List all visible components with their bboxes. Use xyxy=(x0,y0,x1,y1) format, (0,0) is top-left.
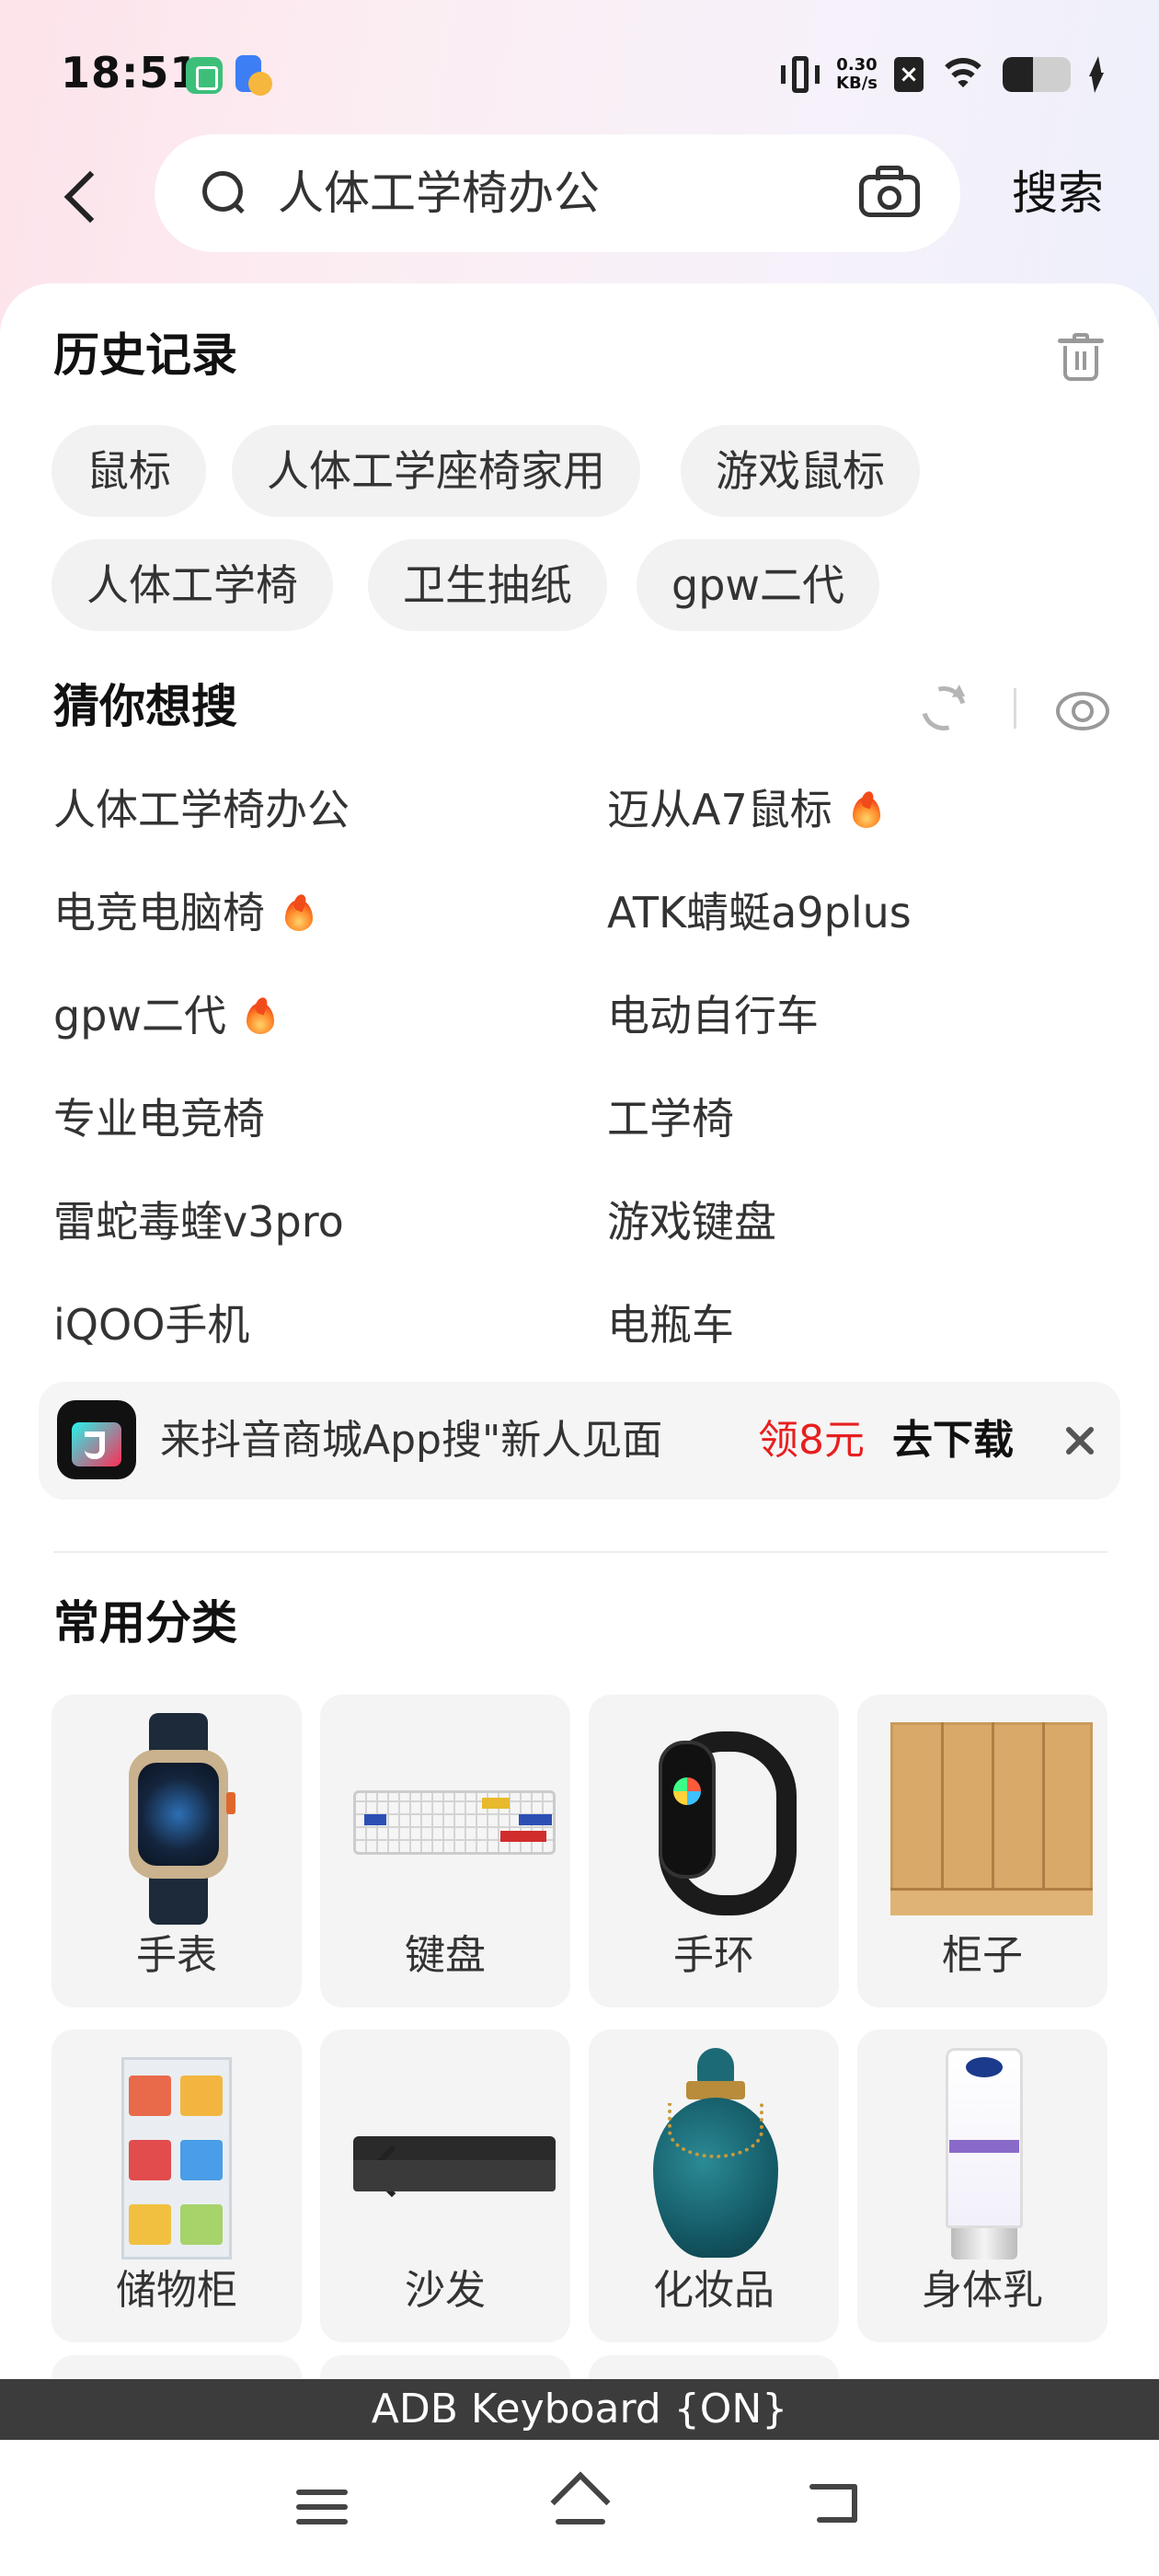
banner-reward: 领8元 xyxy=(758,1417,865,1464)
suggestion-label: iQOO手机 xyxy=(53,1300,250,1350)
suggestion-item[interactable]: ATK蜻蜓a9plus xyxy=(607,885,912,940)
category-label: 键盘 xyxy=(405,1932,486,1979)
suggestion-label: 游戏键盘 xyxy=(607,1197,776,1247)
douyin-mall-logo-icon xyxy=(57,1400,136,1479)
perfume-image xyxy=(622,2048,806,2260)
suggestion-label: gpw二代 xyxy=(53,991,227,1041)
network-speed-value: 0.30 xyxy=(836,55,878,75)
search-icon xyxy=(202,171,245,213)
wifi-icon xyxy=(940,56,986,93)
suggestion-item[interactable]: 电竞电脑椅 xyxy=(53,885,313,940)
category-label: 手环 xyxy=(673,1932,754,1979)
status-bar: 18:51 0.30 KB/s × xyxy=(0,0,1159,147)
divider xyxy=(1014,688,1016,729)
category-label: 柜子 xyxy=(942,1932,1023,1979)
history-title: 历史记录 xyxy=(53,328,237,382)
app-notification-icon xyxy=(235,55,272,96)
watch-image xyxy=(85,1713,269,1925)
category-card[interactable]: 键盘 xyxy=(320,1695,570,2007)
suggestion-item[interactable]: gpw二代 xyxy=(53,988,275,1043)
category-card[interactable]: 柜子 xyxy=(857,1695,1107,2007)
category-label: 身体乳 xyxy=(922,2267,1043,2314)
charging-icon xyxy=(1087,56,1104,93)
suggestion-label: 电动自行车 xyxy=(607,991,819,1041)
suggestion-label: 迈从A7鼠标 xyxy=(607,785,832,834)
category-card[interactable]: 沙发 xyxy=(320,2030,570,2342)
category-label: 沙发 xyxy=(405,2267,486,2314)
suggestion-label: 工学椅 xyxy=(607,1094,734,1144)
suggestion-label: 雷蛇毒蝰v3pro xyxy=(53,1197,344,1247)
network-speed: 0.30 KB/s xyxy=(836,56,878,93)
refresh-icon[interactable] xyxy=(920,684,966,730)
trash-icon[interactable] xyxy=(1058,333,1104,381)
category-card[interactable]: 身体乳 xyxy=(857,2030,1107,2342)
category-card[interactable]: 手表 xyxy=(52,1695,302,2007)
search-box[interactable]: 人体工学椅办公 xyxy=(155,134,960,252)
app-notification-icon xyxy=(186,57,223,94)
camera-icon[interactable] xyxy=(859,166,920,217)
category-card[interactable]: 储物柜 xyxy=(52,2030,302,2342)
suggestion-item[interactable]: 雷蛇毒蝰v3pro xyxy=(53,1194,344,1249)
divider xyxy=(53,1551,1107,1553)
home-icon[interactable] xyxy=(550,2471,611,2532)
suggestion-label: 专业电竞椅 xyxy=(53,1094,265,1144)
eye-icon[interactable] xyxy=(1056,688,1109,730)
system-nav-bar xyxy=(0,2440,1159,2576)
history-chip[interactable]: gpw二代 xyxy=(637,539,880,631)
suggestion-item[interactable]: 人体工学椅办公 xyxy=(53,782,350,837)
categories-title: 常用分类 xyxy=(53,1596,237,1650)
banner-text: 来抖音商城App搜"新人见面 xyxy=(160,1417,663,1464)
history-chip[interactable]: 人体工学椅 xyxy=(52,539,333,631)
fitness-band-image xyxy=(622,1713,806,1925)
history-chip[interactable]: 游戏鼠标 xyxy=(681,425,920,517)
menu-icon[interactable] xyxy=(296,2486,348,2528)
suggestion-label: 人体工学椅办公 xyxy=(53,785,350,834)
category-card[interactable]: 手环 xyxy=(589,1695,839,2007)
keyboard-status-bar: ADB Keyboard {ON} xyxy=(0,2379,1159,2440)
search-button[interactable]: 搜索 xyxy=(1012,166,1104,221)
battery-icon xyxy=(1003,57,1071,92)
fire-icon xyxy=(247,997,275,1034)
history-chip[interactable]: 卫生抽纸 xyxy=(368,539,607,631)
history-chip[interactable]: 人体工学座椅家用 xyxy=(232,425,640,517)
suggestion-label: 电竞电脑椅 xyxy=(53,888,265,937)
suggestion-item[interactable]: 电瓶车 xyxy=(607,1297,734,1352)
guess-title: 猜你想搜 xyxy=(53,680,237,733)
status-time: 18:51 xyxy=(61,48,201,98)
back-button[interactable] xyxy=(52,162,107,226)
no-sim-icon: × xyxy=(894,57,924,92)
keyboard-image xyxy=(353,1713,556,1925)
suggestion-item[interactable]: 工学椅 xyxy=(607,1091,734,1146)
suggestion-item[interactable]: 迈从A7鼠标 xyxy=(607,782,880,837)
fire-icon xyxy=(852,791,880,828)
back-nav-icon[interactable] xyxy=(809,2480,863,2526)
cabinet-image xyxy=(890,1713,1093,1925)
body-lotion-image xyxy=(890,2048,1074,2260)
sofa-image xyxy=(353,2048,556,2260)
suggestion-item[interactable]: 电动自行车 xyxy=(607,988,819,1043)
suggestion-item[interactable]: iQOO手机 xyxy=(53,1297,249,1352)
search-input[interactable]: 人体工学椅办公 xyxy=(278,166,600,221)
fire-icon xyxy=(285,894,313,931)
download-button[interactable]: 去下载 xyxy=(892,1413,1014,1468)
network-speed-unit: KB/s xyxy=(836,74,878,93)
close-icon[interactable] xyxy=(1061,1422,1098,1459)
app-download-banner[interactable]: 来抖音商城App搜"新人见面 领8元 去下载 xyxy=(39,1382,1120,1500)
category-card[interactable]: 化妆品 xyxy=(589,2030,839,2342)
storage-cabinet-image xyxy=(85,2048,269,2260)
category-label: 化妆品 xyxy=(653,2267,775,2314)
vibrate-icon xyxy=(781,54,820,95)
category-label: 储物柜 xyxy=(116,2267,237,2314)
history-chip[interactable]: 鼠标 xyxy=(52,425,206,517)
suggestion-item[interactable]: 游戏键盘 xyxy=(607,1194,776,1249)
category-label: 手表 xyxy=(136,1932,217,1979)
suggestion-label: 电瓶车 xyxy=(607,1300,734,1350)
suggestion-label: ATK蜻蜓a9plus xyxy=(607,888,912,937)
suggestion-item[interactable]: 专业电竞椅 xyxy=(53,1091,265,1146)
